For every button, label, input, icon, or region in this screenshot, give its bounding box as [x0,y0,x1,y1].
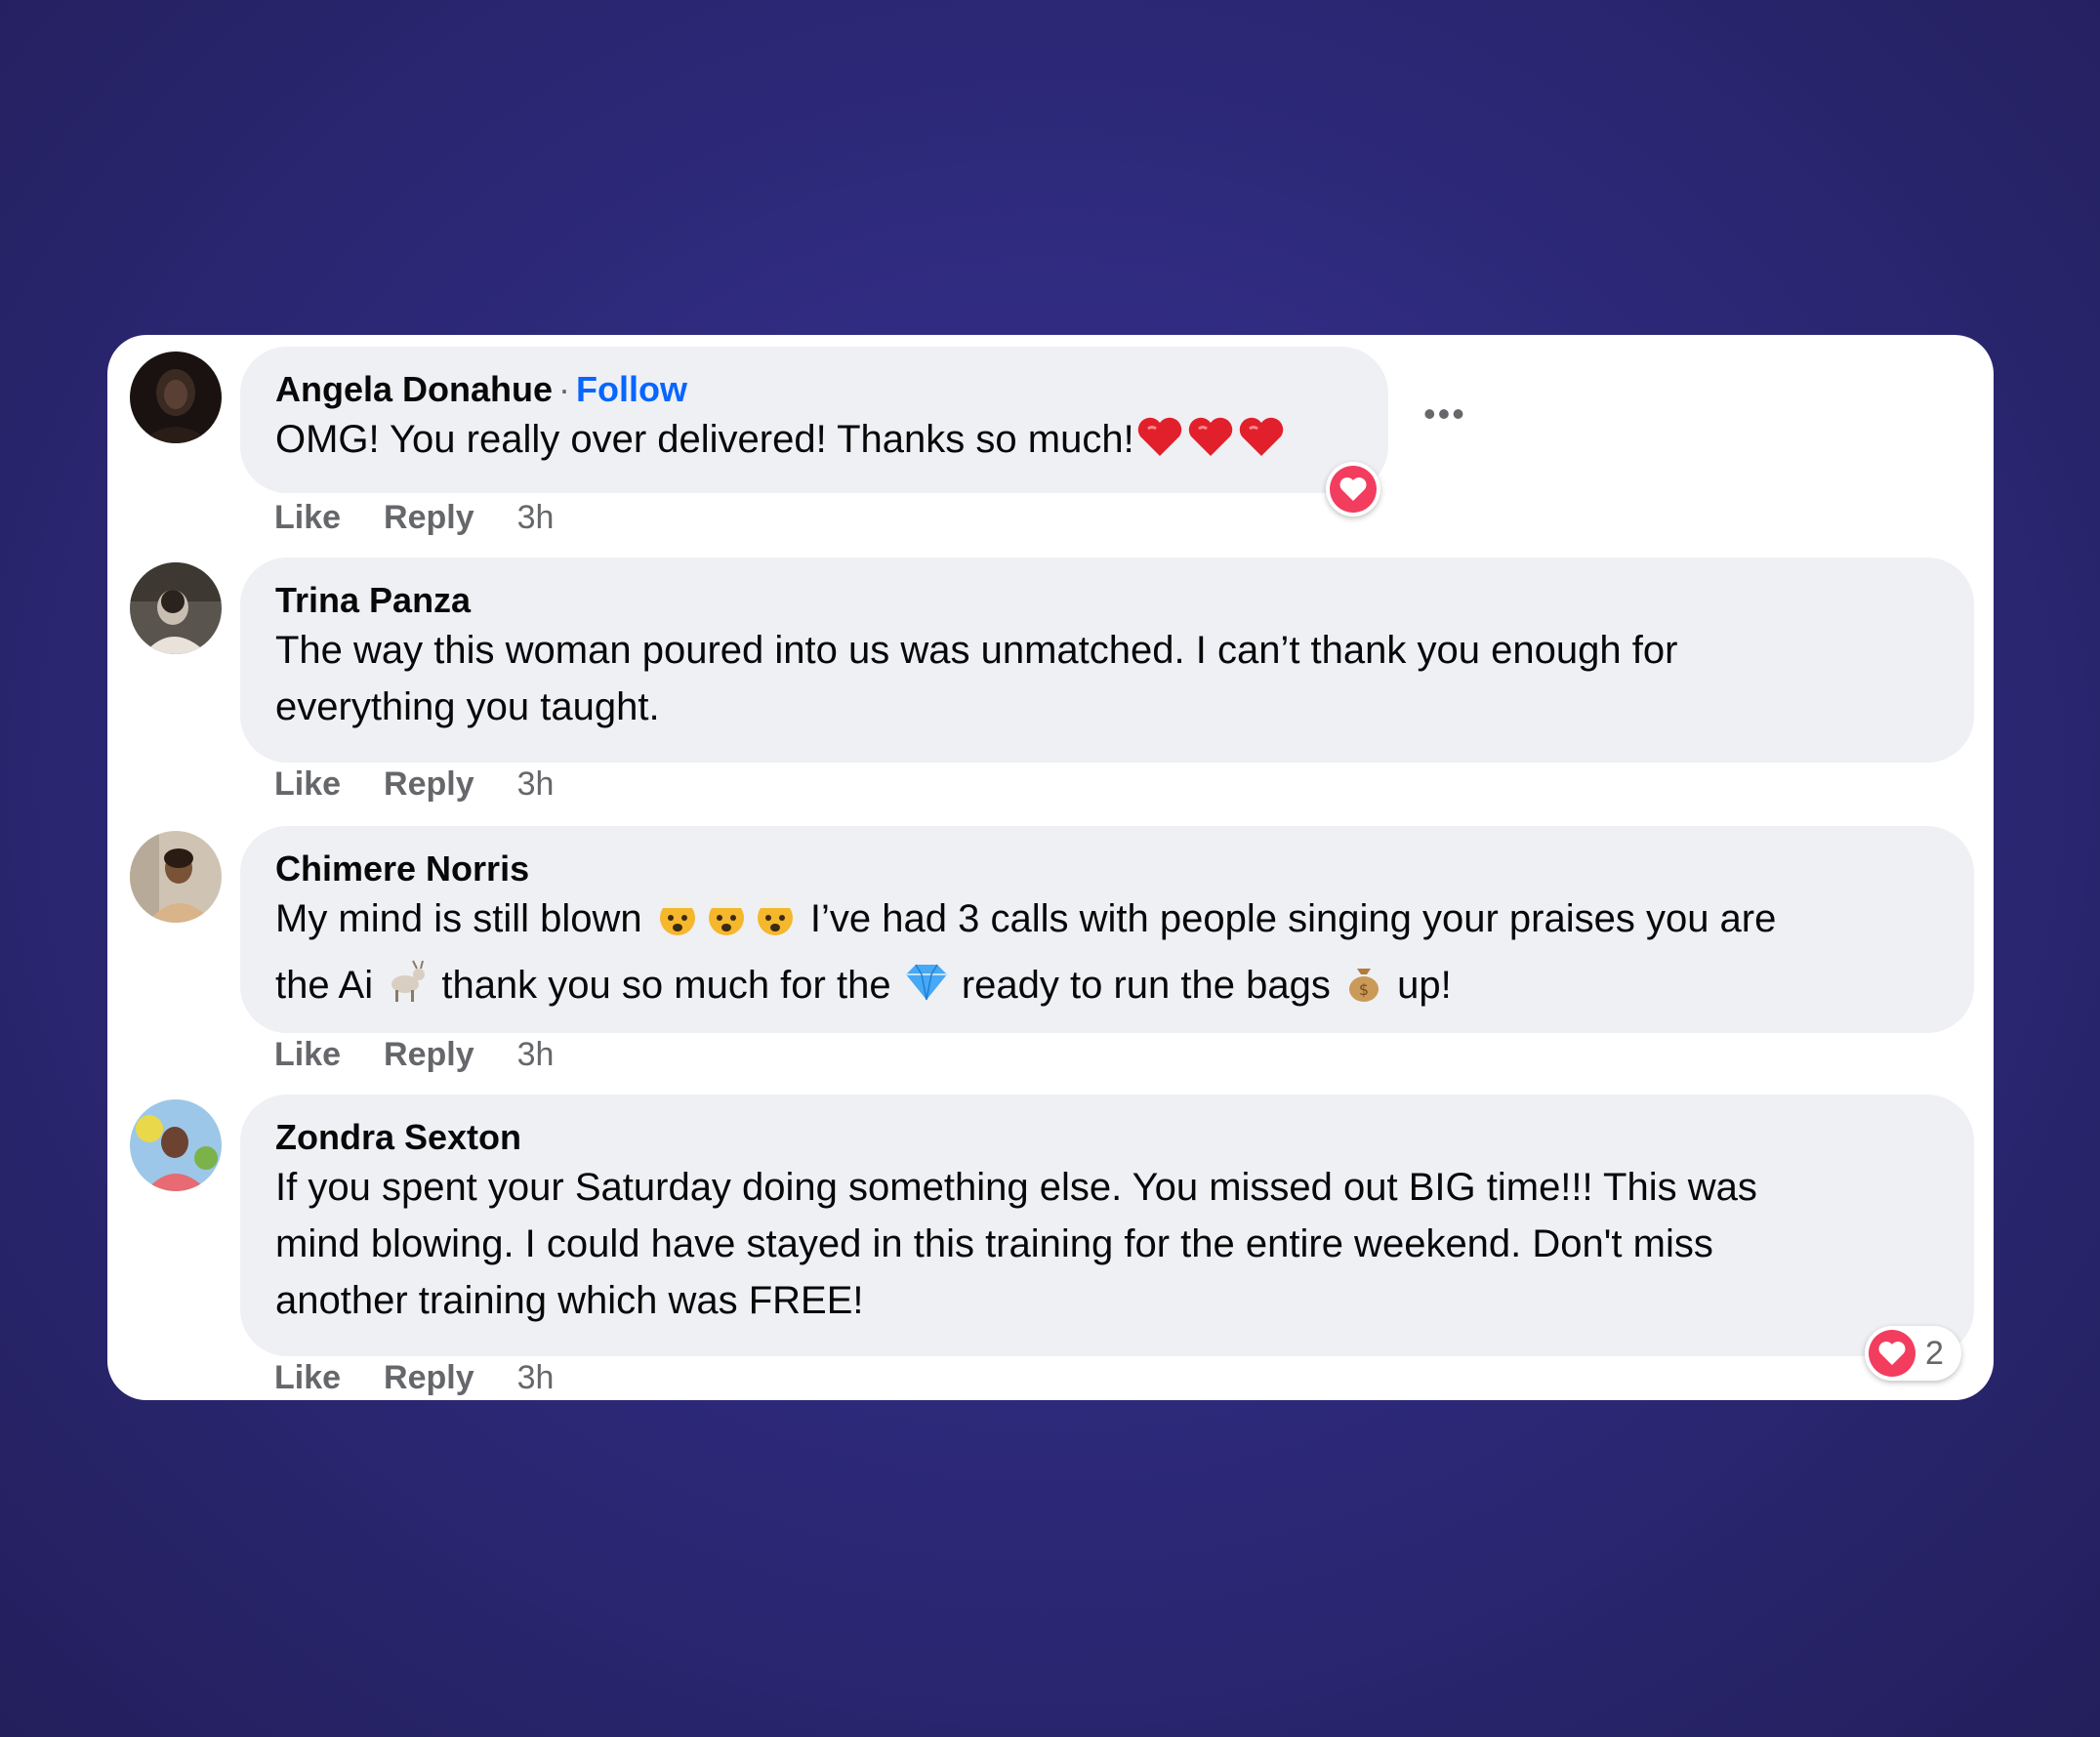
love-reaction-icon [1869,1330,1915,1377]
comment-text-line: everything you taught. [275,685,660,728]
timestamp[interactable]: 3h [517,499,555,536]
svg-text:$: $ [1359,980,1369,999]
exploding-head-icon [751,892,800,953]
reply-button[interactable]: Reply [384,1036,474,1073]
red-heart-icon [1236,415,1287,474]
comment-bubble: Angela Donahue · Follow OMG! You really ov… [240,347,1388,493]
avatar[interactable] [130,1099,222,1191]
comment-text: The way this woman poured into us was un… [275,622,1939,735]
comment-text-segment: ready to run the bags [961,964,1331,1007]
reply-button[interactable]: Reply [384,1359,474,1396]
reply-button[interactable]: Reply [384,499,474,536]
comment-actions: Like Reply 3h [274,1036,597,1074]
comment-text-segment: the Ai [275,964,374,1007]
love-reaction-icon [1330,466,1377,513]
timestamp[interactable]: 3h [517,1036,555,1073]
comment-text-segment: up! [1397,964,1452,1007]
author-name[interactable]: Angela Donahue [275,369,553,409]
comment-actions: Like Reply 3h [274,499,597,537]
comment-text-body: OMG! You really over delivered! Thanks s… [275,418,1134,461]
author-name[interactable]: Chimere Norris [275,848,529,889]
comment-text-line: another training which was FREE! [275,1279,864,1322]
comments-card: Angela Donahue · Follow OMG! You really ov… [107,335,1994,1400]
avatar[interactable] [130,352,222,443]
comment-text-segment: My mind is still blown [275,897,642,940]
avatar[interactable] [130,562,222,654]
comment-text: My mind is still blown I’ve had 3 calls … [275,890,1939,1019]
comment-bubble: Chimere Norris My mind is still blown I’… [240,826,1974,1033]
like-button[interactable]: Like [274,1036,341,1073]
comment-bubble: Zondra Sexton If you spent your Saturday… [240,1095,1974,1356]
comment-text: If you spent your Saturday doing somethi… [275,1159,1939,1329]
like-button[interactable]: Like [274,499,341,536]
reply-button[interactable]: Reply [384,765,474,803]
more-options-icon[interactable]: ••• [1423,393,1466,434]
comment-text-line: If you spent your Saturday doing somethi… [275,1166,1757,1209]
like-button[interactable]: Like [274,1359,341,1396]
comment-actions: Like Reply 3h [274,1359,597,1397]
separator: · [558,369,571,409]
comment-text: OMG! You really over delivered! Thanks s… [275,411,1353,474]
reaction-badge[interactable] [1326,462,1380,517]
red-heart-icon [1134,415,1185,474]
comment-actions: Like Reply 3h [274,765,597,804]
like-button[interactable]: Like [274,765,341,803]
exploding-head-icon [653,892,702,953]
author-name[interactable]: Zondra Sexton [275,1117,521,1157]
money-bag-icon: $ [1341,959,1386,1019]
reaction-count: 2 [1925,1334,1944,1372]
exploding-head-icon [702,892,751,953]
comment-text-line: The way this woman poured into us was un… [275,629,1678,672]
goat-icon [384,959,431,1019]
gem-icon [902,961,951,1019]
comment-text-line: mind blowing. I could have stayed in thi… [275,1222,1713,1265]
comment-text-segment: I’ve had 3 calls with people singing you… [809,897,1777,940]
red-heart-icon [1185,415,1236,474]
timestamp[interactable]: 3h [517,1359,555,1396]
follow-link[interactable]: Follow [576,369,687,409]
comment-text-segment: thank you so much for the [441,964,891,1007]
author-name[interactable]: Trina Panza [275,580,471,620]
reaction-badge[interactable]: 2 [1865,1326,1961,1381]
avatar[interactable] [130,831,222,923]
timestamp[interactable]: 3h [517,765,555,803]
comment-bubble: Trina Panza The way this woman poured in… [240,558,1974,763]
